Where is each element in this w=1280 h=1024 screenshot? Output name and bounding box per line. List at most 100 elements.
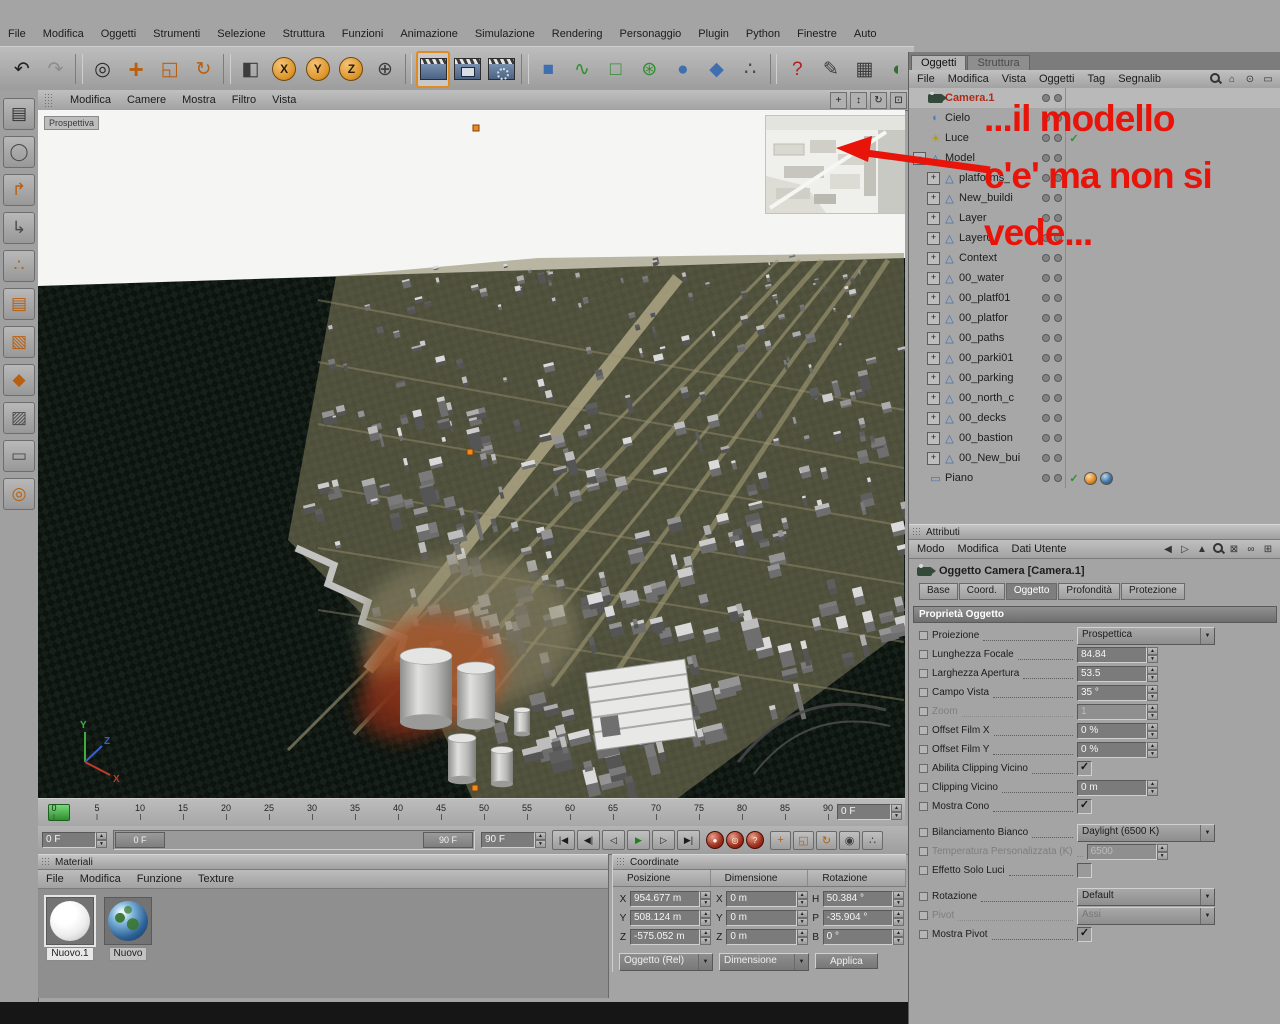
visibility-dot-icon[interactable] — [1042, 454, 1050, 462]
keyframe-dot-icon[interactable] — [919, 911, 928, 920]
rotate-tool-icon[interactable]: ↻ — [188, 52, 220, 87]
menu-finestre[interactable]: Finestre — [797, 28, 837, 40]
add-deformer-icon[interactable]: ◆ — [701, 52, 733, 87]
tree-item-00-platf01[interactable]: + △ 00_platf01 — [909, 288, 1280, 308]
key-parameter-icon[interactable]: ◉ — [839, 830, 860, 850]
target-icon[interactable]: ⊙ — [1243, 72, 1257, 86]
visibility-dot-icon[interactable] — [1054, 274, 1062, 282]
next-frame-icon[interactable]: ▷ — [652, 830, 675, 850]
object-manager-menu-oggetti[interactable]: Oggetti — [1039, 73, 1074, 85]
keyframe-dot-icon[interactable] — [919, 802, 928, 811]
menu-animazione[interactable]: Animazione — [400, 28, 457, 40]
spinner-arrows[interactable]: ▲ ▼ — [796, 891, 808, 907]
polygons-mode-icon[interactable]: ▧ — [3, 326, 35, 358]
spinner-larghezza-apertura[interactable]: 53.5 ▲ ▼ — [1077, 665, 1158, 682]
edges-mode-icon[interactable]: ▤ — [3, 288, 35, 320]
menu-plugin[interactable]: Plugin — [698, 28, 729, 40]
timeline-frame-value[interactable]: 0 F — [837, 804, 891, 820]
z-axis-lock-icon[interactable]: Z — [336, 52, 368, 87]
attribute-value[interactable]: 0 % — [1077, 741, 1147, 758]
viewport-menu-mostra[interactable]: Mostra — [182, 94, 216, 106]
visibility-dot-icon[interactable] — [1054, 414, 1062, 422]
coordinate-value[interactable]: 508.124 m — [630, 910, 701, 926]
spinner-offset-film-x[interactable]: 0 % ▲ ▼ — [1077, 722, 1158, 739]
attribute-value[interactable]: 0 % — [1077, 722, 1147, 739]
object-name[interactable]: Piano — [945, 472, 973, 484]
keyframe-dot-icon[interactable] — [919, 726, 928, 735]
object-name[interactable]: Cielo — [945, 112, 970, 124]
attribute-tab-profondit[interactable]: Profondità — [1058, 583, 1120, 600]
object-name[interactable]: 00_paths — [959, 332, 1004, 344]
checkbox-mostra-pivot[interactable]: ✓ — [1077, 927, 1092, 942]
attribute-value[interactable]: 1 — [1077, 703, 1147, 720]
tree-item-00-platfor[interactable]: + △ 00_platfor — [909, 308, 1280, 328]
keyframe-dot-icon[interactable] — [919, 764, 928, 773]
timeline-ruler[interactable]: 0 5 10 15 20 25 30 35 40 45 50 55 60 65 70 75 80 85 90 0 F… — [38, 798, 905, 828]
object-name[interactable]: 00_New_bui — [959, 452, 1020, 464]
spinner-arrows[interactable]: ▲ ▼ — [893, 910, 904, 926]
object-manager-menu-segnalib[interactable]: Segnalib — [1118, 73, 1161, 85]
add-metaball-icon[interactable]: ● — [667, 52, 699, 87]
tree-item-00-north-c[interactable]: + △ 00_north_c — [909, 388, 1280, 408]
menu-personaggio[interactable]: Personaggio — [620, 28, 682, 40]
object-name[interactable]: 00_parking — [959, 372, 1013, 384]
history-back-icon[interactable]: ◀ — [1161, 542, 1175, 556]
visibility-dot-icon[interactable] — [1042, 414, 1050, 422]
panel-grip[interactable] — [44, 93, 52, 107]
view-label[interactable]: Prospettiva — [44, 116, 100, 130]
viewport-menu-filtro[interactable]: Filtro — [232, 94, 256, 106]
object-manager-menu-vista[interactable]: Vista — [1002, 73, 1026, 85]
home-icon[interactable]: ⌂ — [1225, 72, 1239, 86]
material-thumbnail[interactable] — [104, 897, 152, 945]
annotate-pen-icon[interactable]: ✎ — [815, 52, 847, 87]
visibility-dot-icon[interactable] — [1054, 434, 1062, 442]
spinner-campo-vista[interactable]: 35 ° ▲ ▼ — [1077, 684, 1158, 701]
tree-item-00-parking[interactable]: + △ 00_parking — [909, 368, 1280, 388]
goto-start-icon[interactable]: |◀ — [552, 830, 575, 850]
panel-grip[interactable] — [41, 857, 49, 867]
previous-key-icon[interactable]: ◀| — [577, 830, 600, 850]
materials-menu-file[interactable]: File — [46, 873, 64, 885]
spinner-arrows[interactable]: ▲ ▼ — [1147, 722, 1158, 739]
spinner-arrows[interactable]: ▲ ▼ — [96, 832, 107, 848]
visibility-dot-icon[interactable] — [1054, 354, 1062, 362]
expand-toggle-icon[interactable]: + — [927, 391, 940, 405]
toggle-view-icon[interactable]: ⊡ — [890, 91, 907, 109]
add-hypernurbs-icon[interactable]: □ — [600, 52, 632, 87]
spinner-arrows[interactable]: ▲ ▼ — [893, 891, 904, 907]
dropdown-pivot[interactable]: Assi ▼ — [1077, 906, 1215, 925]
viewport-menu-camere[interactable]: Camere — [127, 94, 166, 106]
visibility-dot-icon[interactable] — [1054, 374, 1062, 382]
attribute-tab-protezione[interactable]: Protezione — [1121, 583, 1185, 600]
expand-toggle-icon[interactable]: + — [927, 211, 940, 225]
pan-view-icon[interactable]: + — [830, 91, 847, 109]
visibility-dot-icon[interactable] — [1054, 394, 1062, 402]
viewport-menu-vista[interactable]: Vista — [272, 94, 296, 106]
dropdown-rotazione[interactable]: Default ▼ — [1077, 887, 1215, 906]
attribute-tab-oggetto[interactable]: Oggetto — [1005, 583, 1058, 600]
dropdown-proiezione[interactable]: Prospettica ▼ — [1077, 626, 1215, 645]
key-rotation-icon[interactable]: ↻ — [816, 830, 837, 850]
menu-modifica[interactable]: Modifica — [43, 28, 84, 40]
menu-python[interactable]: Python — [746, 28, 780, 40]
expand-toggle-icon[interactable]: + — [927, 271, 940, 285]
manager-tab-oggetti[interactable]: Oggetti — [911, 55, 967, 70]
keyframe-dot-icon[interactable] — [919, 783, 928, 792]
previous-frame-icon[interactable]: ◁ — [602, 830, 625, 850]
materials-menu-texture[interactable]: Texture — [198, 873, 234, 885]
object-name[interactable]: 00_platf01 — [959, 292, 1010, 304]
spinner-clipping-vicino[interactable]: 0 m ▲ ▼ — [1077, 779, 1158, 796]
scale-tool-icon[interactable]: ◱ — [154, 52, 186, 87]
render-settings-icon[interactable] — [486, 52, 518, 87]
apply-button[interactable]: Applica — [815, 953, 878, 969]
visibility-dot-icon[interactable] — [1042, 294, 1050, 302]
expand-toggle-icon[interactable]: + — [927, 251, 940, 265]
viewport-menu-modifica[interactable]: Modifica — [70, 94, 111, 106]
menu-selezione[interactable]: Selezione — [217, 28, 265, 40]
add-array-icon[interactable]: ⊛ — [633, 52, 665, 87]
key-scale-icon[interactable]: ◱ — [793, 830, 814, 850]
add-primitive-icon[interactable]: ■ — [533, 52, 565, 87]
current-frame-value[interactable]: 0 F — [42, 832, 96, 848]
redo-icon[interactable]: ↷ — [40, 52, 72, 87]
current-frame-field[interactable]: 0 F ▲ ▼ — [42, 832, 107, 848]
